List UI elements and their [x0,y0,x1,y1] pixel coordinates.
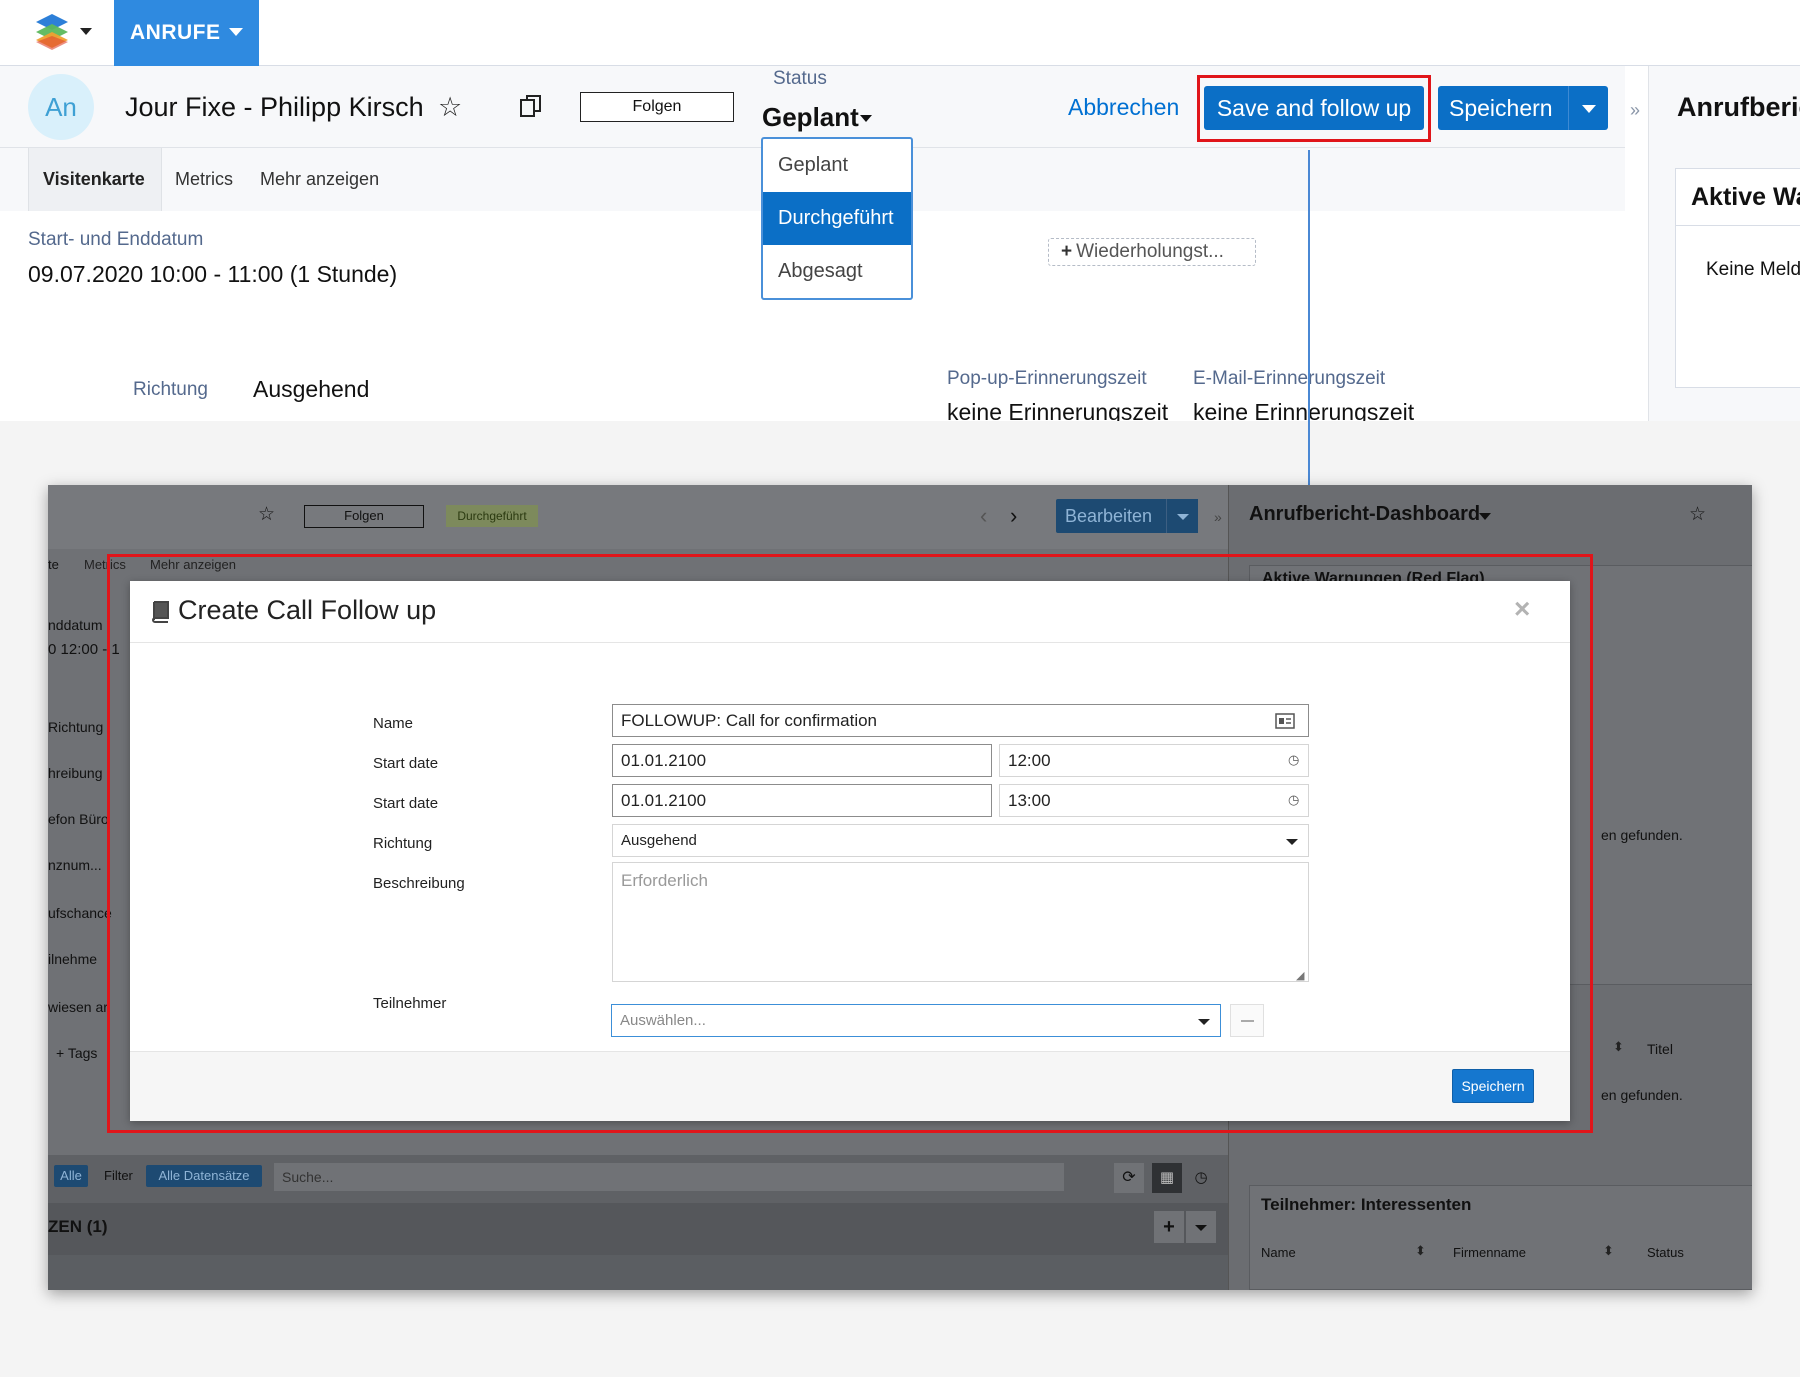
chevron-down-icon [1479,513,1491,520]
top-screenshot: ANRUFE An Jour Fixe - Philipp Kirsch ☆ F… [0,0,1800,421]
app-menu-chevron-icon[interactable] [80,28,92,35]
no-results-text: en gefunden. [1601,1087,1683,1103]
side-label: efon Büro [48,811,109,827]
sort-icon: ⬍ [1415,1243,1426,1258]
save-options-chevron-icon[interactable] [1568,86,1608,130]
dashboard-title: Anrufbericht-Dashboard [1249,503,1481,525]
status-option-geplant[interactable]: Geplant [763,139,911,192]
chevron-down-icon [1186,1211,1216,1243]
email-reminder-label: E-Mail-Erinnerungszeit [1193,368,1386,389]
follow-button[interactable]: Folgen [580,92,734,122]
warnings-card-text: Keine Meld [1706,259,1800,280]
star-icon[interactable]: ☆ [438,92,462,123]
tab-visitenkarte: te [48,557,59,572]
follow-button: Folgen [304,505,424,528]
repeat-label: Wiederholungst... [1076,241,1224,262]
cancel-link[interactable]: Abbrechen [1068,94,1179,121]
status-option-abgesagt[interactable]: Abgesagt [763,245,911,298]
collapse-icon[interactable]: » [1630,100,1640,121]
edit-options-chevron-icon [1166,499,1198,533]
side-label: hreibung [48,765,103,781]
bottom-screenshot: ☆ Folgen Durchgeführt ‹ › Bearbeiten » t… [48,485,1752,1290]
chevron-right-icon: › [1010,503,1018,528]
search-input: Suche... [274,1163,1064,1191]
column-header-firmenname: Firmenname [1453,1245,1526,1260]
popup-reminder-value: keine Erinnerungszeit [947,399,1169,421]
column-header-status: Status [1647,1245,1684,1260]
side-label: nznum... [48,857,102,873]
side-label: wiesen ar [48,999,108,1015]
side-label: ilnehme [48,951,98,967]
direction-label: Richtung [133,379,208,400]
highlight-box [1197,75,1431,142]
column-header-titel: Titel [1647,1041,1673,1057]
status-label: Status [773,68,827,89]
right-panel: Anrufberic Aktive Wa Keine Meld [1648,66,1800,421]
date-value: 09.07.2020 10:00 - 11:00 (1 Stunde) [28,261,398,287]
side-label: nddatum [48,617,103,633]
popup-reminder-label: Pop-up-Erinnerungszeit [947,368,1147,389]
collapse-icon: » [1214,509,1222,525]
right-panel-title: Anrufberic [1677,92,1800,122]
status-select[interactable]: Geplant [762,102,859,133]
save-button[interactable]: Speichern [1438,86,1568,130]
status-badge: Durchgeführt [446,505,538,527]
section-title: ZEN (1) [48,1217,108,1236]
chevron-down-icon [229,28,243,36]
highlight-box [107,554,1593,1133]
warnings-card: Aktive Wa Keine Meld [1675,168,1800,388]
tab-metrics[interactable]: Metrics [175,148,233,211]
status-dropdown: Geplant Durchgeführt Abgesagt [761,137,913,300]
sort-icon: ⬍ [1603,1243,1614,1258]
clock-icon: ◷ [1194,1169,1208,1186]
record-title: Jour Fixe - Philipp Kirsch [125,92,424,122]
all-records-button: Alle Datensätze [146,1165,262,1187]
copy-icon[interactable] [520,94,542,118]
nav-tab-anrufe[interactable]: ANRUFE [114,0,259,66]
plus-icon: + [1154,1211,1184,1243]
filter-label: Filter [104,1168,133,1183]
participants-title: Teilnehmer: Interessenten [1261,1195,1472,1214]
side-label: + Tags [56,1045,98,1061]
email-reminder-value: keine Erinnerungszeit [1193,399,1415,421]
warnings-card-title: Aktive Wa [1691,183,1800,211]
repeat-button[interactable]: + Wiederholungst... [1048,238,1256,266]
star-icon: ☆ [1689,504,1707,525]
direction-value: Ausgehend [253,376,370,402]
star-icon: ☆ [258,504,276,525]
dimmed-section-header: ZEN (1) + [48,1203,1228,1255]
side-label: ufschance [48,905,112,921]
plus-icon: + [1061,241,1073,262]
nav-tab-label: ANRUFE [130,21,221,44]
dimmed-record-header: ☆ Folgen Durchgeführt ‹ › Bearbeiten » [48,485,1228,549]
side-label: Richtung [48,719,104,735]
top-navigation: ANRUFE [0,0,1800,66]
record-header: An Jour Fixe - Philipp Kirsch ☆ Folgen S… [0,66,1625,148]
avatar: An [28,74,94,140]
chevron-down-icon[interactable] [860,115,872,122]
all-button: Alle [54,1165,88,1187]
column-header-name: Name [1261,1245,1296,1260]
tab-mehr-anzeigen[interactable]: Mehr anzeigen [260,148,379,211]
tab-visitenkarte[interactable]: Visitenkarte [28,148,162,211]
app-logo-icon[interactable] [32,12,72,52]
date-label: Start- und Enddatum [28,229,204,250]
edit-button: Bearbeiten [1056,499,1166,533]
status-option-durchgefuehrt[interactable]: Durchgeführt [763,192,911,245]
divider [1676,225,1800,226]
no-results-text: en gefunden. [1601,827,1683,843]
sort-icon: ⬍ [1613,1039,1624,1054]
chevron-left-icon: ‹ [980,503,988,528]
grid-icon: ▦ [1152,1163,1182,1193]
refresh-icon: ⟳ [1114,1163,1144,1193]
